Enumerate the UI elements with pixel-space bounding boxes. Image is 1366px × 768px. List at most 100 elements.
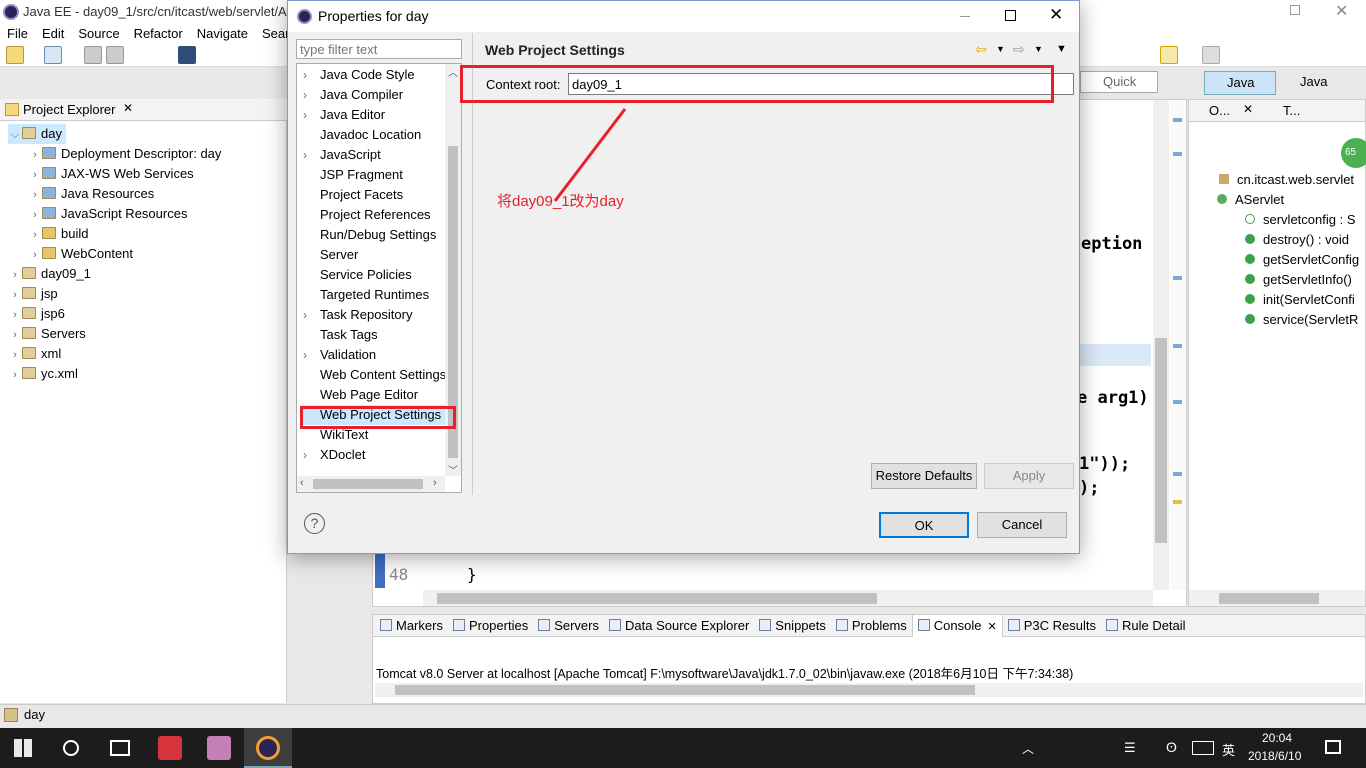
outline-item[interactable]: destroy() : void xyxy=(1245,230,1365,250)
restore-defaults-button[interactable]: Restore Defaults xyxy=(871,463,977,489)
chevron-down-icon[interactable]: ⌵ xyxy=(8,125,22,145)
tray-volume-icon[interactable]: ʘ xyxy=(1166,739,1177,755)
notification-icon[interactable] xyxy=(1325,740,1341,754)
property-page-item[interactable]: Web Content Settings xyxy=(297,365,446,385)
project-tree-item[interactable]: › build xyxy=(28,224,88,244)
dialog-minimize-icon[interactable] xyxy=(960,16,970,17)
menu-source[interactable]: Source xyxy=(71,24,126,43)
outline-item[interactable]: cn.itcast.web.servlet xyxy=(1219,170,1365,190)
dialog-maximize-icon[interactable] xyxy=(1005,10,1016,21)
chevron-right-icon[interactable]: › xyxy=(303,305,320,325)
property-page-item[interactable]: Targeted Runtimes xyxy=(297,285,429,305)
project-explorer-tab[interactable]: Project Explorer ✕ xyxy=(0,99,287,121)
terminal-icon[interactable] xyxy=(178,46,196,64)
forward-arrow-icon[interactable]: ⇨ xyxy=(1013,41,1025,58)
type-filter-input[interactable] xyxy=(296,39,462,59)
back-dropdown-icon[interactable]: ▼ xyxy=(996,44,1005,54)
property-page-item[interactable]: Run/Debug Settings xyxy=(297,225,436,245)
chevron-right-icon[interactable]: › xyxy=(28,165,42,185)
property-page-item[interactable]: › Task Repository xyxy=(297,305,412,325)
project-tree-item[interactable]: › jsp6 xyxy=(8,304,65,324)
outline-item[interactable]: getServletConfig xyxy=(1245,250,1365,270)
app-icon-db[interactable] xyxy=(207,736,231,760)
property-page-item[interactable]: Project References xyxy=(297,205,431,225)
chevron-right-icon[interactable]: › xyxy=(8,345,22,365)
property-page-item[interactable]: Task Tags xyxy=(297,325,378,345)
new-folder-icon[interactable] xyxy=(44,46,62,64)
menu-navigate[interactable]: Navigate xyxy=(190,24,255,43)
view-menu-icon[interactable]: ▼ xyxy=(1056,43,1067,55)
console-close-icon[interactable]: ✕ xyxy=(988,621,997,633)
new-icon[interactable] xyxy=(6,46,24,64)
property-page-item[interactable]: JSP Fragment xyxy=(297,165,403,185)
chevron-right-icon[interactable]: › xyxy=(8,365,22,385)
chevron-right-icon[interactable]: › xyxy=(303,65,320,85)
tray-network-icon[interactable]: ☰ xyxy=(1124,740,1136,756)
close-icon[interactable]: ✕ xyxy=(1335,1,1348,21)
chevron-right-icon[interactable]: › xyxy=(28,225,42,245)
nav-scroll-right-icon[interactable]: › xyxy=(433,477,437,489)
bottom-tab[interactable]: Markers xyxy=(375,615,448,637)
save-all-icon[interactable] xyxy=(106,46,124,64)
nav-scroll-down-icon[interactable]: ﹀ xyxy=(448,462,458,477)
outline-tab[interactable]: O... xyxy=(1209,103,1230,118)
bottom-tab[interactable]: P3C Results xyxy=(1003,615,1101,637)
apply-button[interactable]: Apply xyxy=(984,463,1074,489)
nav-hscroll-thumb[interactable] xyxy=(313,479,423,489)
project-tree-item[interactable]: › WebContent xyxy=(28,244,133,264)
tray-date[interactable]: 2018/6/10 xyxy=(1248,749,1301,763)
chevron-right-icon[interactable]: › xyxy=(303,345,320,365)
property-page-item[interactable]: › XDoclet xyxy=(297,445,366,465)
chevron-right-icon[interactable]: › xyxy=(303,85,320,105)
chevron-right-icon[interactable]: › xyxy=(28,145,42,165)
chevron-right-icon[interactable]: › xyxy=(28,245,42,265)
menu-refactor[interactable]: Refactor xyxy=(127,24,190,43)
chevron-right-icon[interactable]: › xyxy=(8,265,22,285)
save-icon[interactable] xyxy=(84,46,102,64)
chevron-right-icon[interactable]: › xyxy=(8,325,22,345)
editor-scrollbar-thumb[interactable] xyxy=(1155,338,1167,543)
outline-item[interactable]: init(ServletConfi xyxy=(1245,290,1365,310)
menu-file[interactable]: File xyxy=(0,24,35,43)
project-tree-item[interactable]: › yc.xml xyxy=(8,364,78,384)
app-icon-red[interactable] xyxy=(158,736,182,760)
project-tree-item[interactable]: › xml xyxy=(8,344,61,364)
perspective-java-ee[interactable]: Java EE xyxy=(1204,71,1276,112)
bottom-tab[interactable]: Console ✕ xyxy=(911,615,1003,637)
task-list-tab[interactable]: T... xyxy=(1283,103,1300,118)
outline-hscroll[interactable] xyxy=(1189,590,1365,606)
nav-hscroll[interactable]: ‹ › xyxy=(297,476,445,492)
property-page-item[interactable]: Service Policies xyxy=(297,265,412,285)
chevron-right-icon[interactable]: › xyxy=(8,285,22,305)
tray-chevron-icon[interactable]: ︿ xyxy=(1022,740,1034,757)
editor-hscroll-thumb[interactable] xyxy=(437,593,877,604)
chevron-right-icon[interactable]: › xyxy=(8,305,22,325)
project-tree-item[interactable]: › Java Resources xyxy=(28,184,154,204)
property-page-item[interactable]: › Validation xyxy=(297,345,376,365)
chevron-right-icon[interactable]: › xyxy=(28,205,42,225)
project-tree-item[interactable]: ⌵ day xyxy=(8,124,66,144)
bottom-tab[interactable]: Data Source Explorer xyxy=(604,615,754,637)
property-page-item[interactable]: Web Page Editor xyxy=(297,385,418,405)
outline-close-icon[interactable]: ✕ xyxy=(1243,102,1253,116)
help-icon[interactable]: ? xyxy=(304,513,325,534)
console-hscroll[interactable] xyxy=(375,683,1363,697)
project-tree-item[interactable]: › JAX-WS Web Services xyxy=(28,164,194,184)
console-hscroll-thumb[interactable] xyxy=(395,685,975,695)
project-explorer-close-icon[interactable]: ✕ xyxy=(123,101,133,115)
chevron-right-icon[interactable]: › xyxy=(303,105,320,125)
property-page-item[interactable]: › Java Compiler xyxy=(297,85,403,105)
tray-time[interactable]: 20:04 xyxy=(1262,731,1292,745)
chevron-right-icon[interactable]: › xyxy=(28,185,42,205)
outline-item[interactable]: AServlet xyxy=(1217,190,1365,210)
search-icon[interactable] xyxy=(63,740,79,756)
outline-item[interactable]: getServletInfo() xyxy=(1245,270,1365,290)
quick-access-input[interactable]: Quick Access xyxy=(1080,71,1158,93)
dialog-close-icon[interactable]: ✕ xyxy=(1049,5,1063,25)
bottom-tab[interactable]: Properties xyxy=(448,615,533,637)
project-tree-item[interactable]: › Deployment Descriptor: day xyxy=(28,144,221,164)
chevron-right-icon[interactable]: › xyxy=(303,145,320,165)
project-tree-item[interactable]: › jsp xyxy=(8,284,57,305)
property-page-item[interactable]: › JavaScript xyxy=(297,145,381,165)
outline-item[interactable]: servletconfig : S xyxy=(1245,210,1365,230)
